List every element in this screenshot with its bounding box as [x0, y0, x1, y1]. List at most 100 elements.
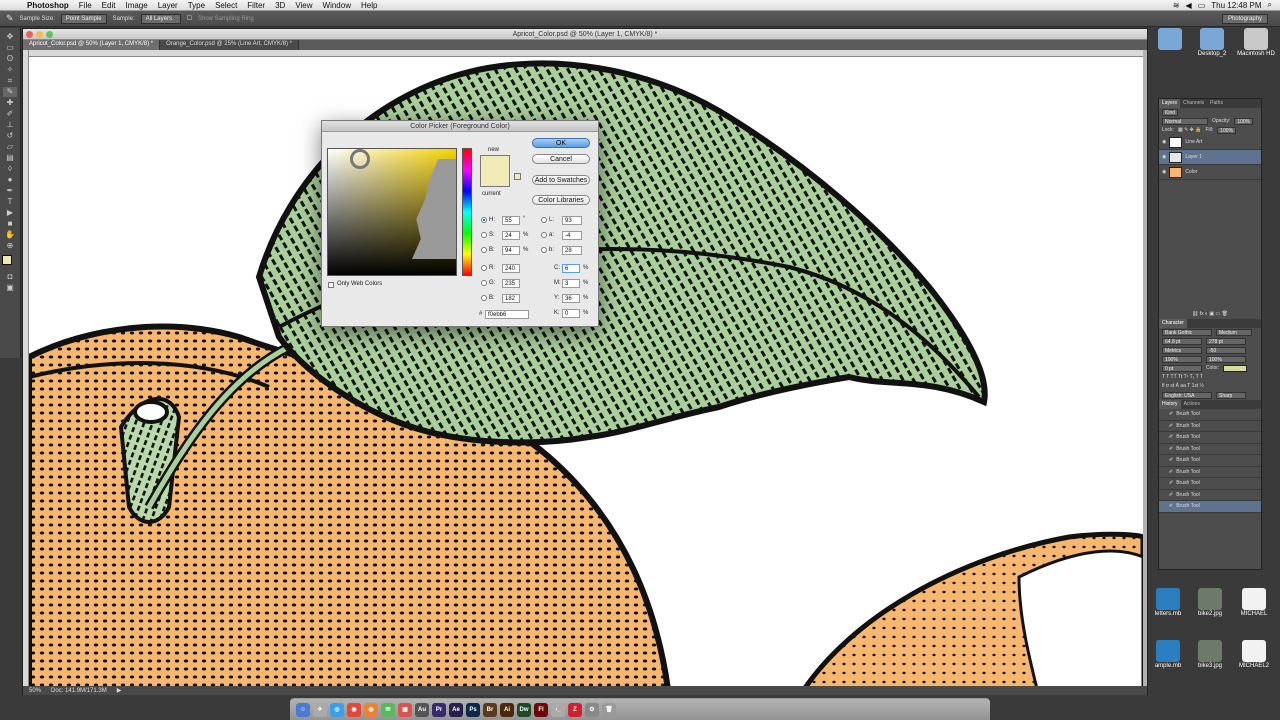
desktop-icon-folder[interactable]	[1150, 28, 1190, 51]
marquee-tool-icon[interactable]: ▭	[3, 43, 17, 53]
font-size-field[interactable]: 64.8 pt	[1162, 338, 1202, 345]
add-to-swatches-button[interactable]: Add to Swatches	[532, 175, 590, 185]
trash-icon[interactable]: 🗑	[602, 702, 616, 717]
battery-icon[interactable]: ▭	[1198, 1, 1206, 10]
history-item[interactable]: ✐ Brush Tool	[1159, 409, 1261, 421]
horizontal-scale-field[interactable]: 100%	[1206, 356, 1246, 363]
spotlight-icon[interactable]: ⌕	[1268, 0, 1272, 10]
close-window-icon[interactable]	[26, 31, 33, 38]
current-color-swatch[interactable]	[480, 171, 510, 187]
y-field[interactable]: 36	[562, 294, 580, 303]
desktop-icon-letters[interactable]: letters.mb	[1148, 588, 1188, 617]
quick-mask-icon[interactable]: ◘	[3, 272, 17, 282]
app-br-icon[interactable]: Br	[483, 702, 497, 717]
baseline-field[interactable]: 0 pt	[1162, 365, 1202, 372]
only-web-colors-checkbox[interactable]	[328, 282, 334, 288]
history-item[interactable]: ✐ Brush Tool	[1159, 501, 1261, 513]
visibility-eye-icon[interactable]: ◉	[1162, 154, 1166, 160]
desktop-icon-desktop-2[interactable]: Desktop_2	[1192, 28, 1232, 57]
visibility-eye-icon[interactable]: ◉	[1162, 169, 1166, 175]
desktop-icon-macintosh-hd[interactable]: Macintosh HD	[1236, 28, 1276, 57]
b-field[interactable]: 94	[502, 246, 520, 255]
tab-paths[interactable]: Paths	[1207, 99, 1226, 108]
history-item[interactable]: ✐ Brush Tool	[1159, 444, 1261, 455]
menu-view[interactable]: View	[290, 1, 317, 10]
l-radio[interactable]	[541, 217, 547, 223]
menu-file[interactable]: File	[74, 1, 97, 10]
r-field[interactable]: 240	[502, 264, 520, 273]
desktop-icon-ample[interactable]: ample.mb	[1148, 640, 1188, 669]
desktop-icon-bike3[interactable]: bike3.jpg	[1190, 640, 1230, 669]
lock-icons[interactable]: ▦ ✎ ✥ 🔒	[1178, 126, 1202, 135]
l-field[interactable]: 93	[562, 216, 582, 225]
safari-icon[interactable]: ◎	[330, 702, 344, 717]
h-radio[interactable]	[481, 217, 487, 223]
messages-icon[interactable]: ✉	[381, 702, 395, 717]
history-brush-tool-icon[interactable]: ↺	[3, 131, 17, 141]
k-field[interactable]: 0	[562, 309, 580, 318]
app-dw-icon[interactable]: Dw	[517, 702, 531, 717]
finder-icon[interactable]: ☺	[296, 702, 310, 717]
app-pr-icon[interactable]: Pr	[432, 702, 446, 717]
pen-tool-icon[interactable]: ✒	[3, 186, 17, 196]
menu-select[interactable]: Select	[210, 1, 242, 10]
history-item[interactable]: ✐ Brush Tool	[1159, 421, 1261, 432]
eraser-tool-icon[interactable]: ▱	[3, 142, 17, 152]
cancel-button[interactable]: Cancel	[532, 154, 590, 164]
menu-edit[interactable]: Edit	[97, 1, 121, 10]
sample-select[interactable]: All Layers	[140, 13, 181, 24]
antialias-select[interactable]: Sharp	[1216, 392, 1246, 399]
filezilla-icon[interactable]: Z	[568, 702, 582, 717]
clock[interactable]: Thu 12:48 PM	[1211, 1, 1261, 10]
color-swatches[interactable]	[2, 255, 18, 271]
crop-tool-icon[interactable]: ⌗	[3, 76, 17, 86]
tab-channels[interactable]: Channels	[1180, 99, 1207, 108]
fill-field[interactable]: 100%	[1217, 127, 1237, 134]
color-field[interactable]	[327, 148, 457, 276]
stamp-tool-icon[interactable]: ⊥	[3, 120, 17, 130]
font-style-select[interactable]: Medium	[1216, 329, 1252, 336]
gamut-warning-icon[interactable]	[514, 173, 521, 180]
color-libraries-button[interactable]: Color Libraries	[532, 195, 590, 205]
layer-layer-1[interactable]: ◉ Layer 1	[1159, 150, 1261, 165]
text-color-swatch[interactable]	[1223, 365, 1248, 372]
menu-image[interactable]: Image	[120, 1, 152, 10]
terminal-icon[interactable]: ›_	[551, 702, 565, 717]
horizontal-ruler[interactable]	[29, 50, 1143, 57]
kind-filter-select[interactable]: Kind	[1162, 109, 1179, 116]
vertical-scale-field[interactable]: 100%	[1162, 356, 1202, 363]
font-family-select[interactable]: Bank Gothic	[1162, 329, 1212, 336]
desktop-icon-michael[interactable]: MICHAEL	[1234, 588, 1274, 617]
type-style-row[interactable]: T T TT Tt T¹ T₁ T T	[1159, 373, 1261, 382]
sample-size-select[interactable]: Point Sample	[60, 13, 107, 24]
tab-actions[interactable]: Actions	[1181, 400, 1203, 409]
brush-tool-icon[interactable]: ✐	[3, 109, 17, 119]
move-tool-icon[interactable]: ✥	[3, 32, 17, 42]
history-item[interactable]: ✐ Brush Tool	[1159, 467, 1261, 478]
wifi-icon[interactable]: ≋	[1173, 1, 1180, 10]
layer-line-art[interactable]: ◉ Line Art	[1159, 135, 1261, 150]
show-sampling-ring-checkbox[interactable]: ☐	[187, 15, 192, 22]
tab-history[interactable]: History	[1159, 400, 1181, 409]
menu-window[interactable]: Window	[318, 1, 356, 10]
language-select[interactable]: English: USA	[1162, 392, 1212, 399]
leading-field[interactable]: 278 pt	[1206, 338, 1246, 345]
chrome-icon[interactable]: ◉	[347, 702, 361, 717]
s-radio[interactable]	[481, 232, 487, 238]
menu-type[interactable]: Type	[183, 1, 210, 10]
blue-field[interactable]: 182	[502, 294, 520, 303]
launchpad-icon[interactable]: ✈	[313, 702, 327, 717]
c-field[interactable]: 6	[562, 264, 580, 273]
h-field[interactable]: 55	[502, 216, 520, 225]
status-arrow-icon[interactable]: ▶	[117, 687, 122, 694]
g-field[interactable]: 235	[502, 279, 520, 288]
tab-orange[interactable]: Orange_Color.psd @ 25% (Line Art, CMYK/8…	[160, 40, 299, 50]
zoom-level[interactable]: 50%	[29, 688, 41, 694]
eyedropper-tool-icon[interactable]: ✎	[6, 13, 14, 24]
screen-mode-icon[interactable]: ▣	[3, 283, 17, 293]
kerning-field[interactable]: Metrics	[1162, 347, 1202, 354]
menu-filter[interactable]: Filter	[242, 1, 270, 10]
history-item[interactable]: ✐ Brush Tool	[1159, 455, 1261, 467]
desktop-icon-bike2[interactable]: bike2.jpg	[1190, 588, 1230, 617]
hue-slider[interactable]	[462, 148, 472, 276]
